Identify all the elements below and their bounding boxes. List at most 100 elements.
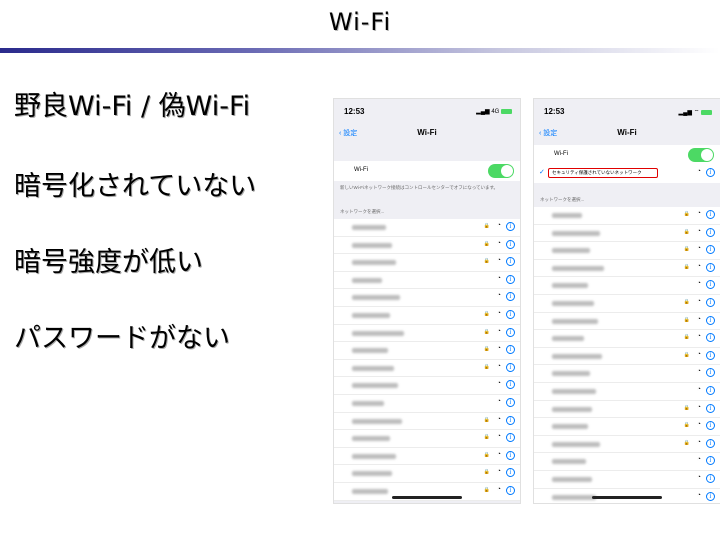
info-icon[interactable]: i <box>706 280 715 290</box>
info-icon[interactable]: i <box>506 309 515 319</box>
nav-bar: ‹ 設定 Wi-Fi <box>534 127 720 141</box>
info-icon[interactable]: i <box>506 485 515 495</box>
wifi-signal-icon: ◔ <box>696 368 701 376</box>
info-icon[interactable]: i <box>706 385 715 395</box>
network-row[interactable]: 🔒 ◔ i <box>334 237 520 255</box>
network-row[interactable]: 🔒 ◔ i <box>334 413 520 431</box>
wifi-signal-icon: ◔ <box>496 327 501 335</box>
info-icon[interactable]: i <box>506 345 515 355</box>
connected-network-row[interactable]: ✓ セキュリティ保護されていないネットワーク ◔ i <box>534 165 720 183</box>
network-row[interactable]: ◔ i <box>534 365 720 383</box>
network-row[interactable]: 🔒 ◔ i <box>334 307 520 325</box>
info-icon[interactable]: i <box>706 368 715 378</box>
network-row[interactable]: ◔ i <box>534 383 720 401</box>
network-row[interactable]: 🔒 ◔ i <box>534 418 720 436</box>
info-icon[interactable]: i <box>506 292 515 302</box>
info-icon[interactable]: i <box>506 415 515 425</box>
network-row[interactable]: ◔ i <box>534 471 720 489</box>
info-icon[interactable]: i <box>706 350 715 360</box>
network-row[interactable]: 🔒 ◔ i <box>334 342 520 360</box>
network-row[interactable]: ◔ i <box>534 453 720 471</box>
network-name-blurred <box>552 300 594 306</box>
info-icon[interactable]: i <box>506 397 515 407</box>
network-row[interactable]: 🔒 ◔ i <box>334 219 520 237</box>
wifi-toggle[interactable] <box>688 148 714 162</box>
network-row[interactable]: 🔒 ◔ i <box>334 325 520 343</box>
network-name-blurred <box>352 471 392 477</box>
info-icon[interactable]: i <box>706 245 715 255</box>
lock-icon: 🔒 <box>483 416 490 423</box>
info-icon[interactable]: i <box>506 327 515 337</box>
info-icon[interactable]: i <box>706 168 715 177</box>
network-name-blurred <box>352 348 388 354</box>
network-row[interactable]: 🔒 ◔ i <box>334 360 520 378</box>
info-icon[interactable]: i <box>506 274 515 284</box>
network-row[interactable]: 🔒 ◔ i <box>334 465 520 483</box>
network-name-blurred <box>352 383 398 389</box>
network-section-label: ネットワークを選択... <box>340 209 385 214</box>
nav-title: Wi-Fi <box>617 128 637 137</box>
network-row[interactable]: 🔒 ◔ i <box>534 436 720 454</box>
network-row[interactable]: 🔒 ◔ i <box>534 260 720 278</box>
wifi-toggle-row: Wi-Fi <box>334 161 520 181</box>
wifi-signal-icon: ◔ <box>696 245 701 253</box>
info-icon[interactable]: i <box>706 262 715 272</box>
info-icon[interactable]: i <box>506 222 515 231</box>
wifi-signal-icon: ◔ <box>696 403 701 411</box>
network-row[interactable]: 🔒 ◔ i <box>334 254 520 272</box>
network-name-blurred <box>552 459 586 465</box>
lock-icon: 🔒 <box>683 246 690 253</box>
network-row[interactable]: 🔒 ◔ i <box>534 401 720 419</box>
network-row[interactable]: ◔ i <box>334 272 520 290</box>
network-name-blurred <box>552 441 600 447</box>
lock-icon: 🔒 <box>483 434 490 441</box>
info-icon[interactable]: i <box>506 257 515 267</box>
network-name-blurred <box>552 318 598 324</box>
network-name-blurred <box>552 230 600 236</box>
wifi-signal-icon: ◔ <box>496 239 501 247</box>
network-row[interactable]: 🔒 ◔ i <box>334 430 520 448</box>
network-row[interactable]: 🔒 ◔ i <box>534 207 720 225</box>
info-icon[interactable]: i <box>706 473 715 483</box>
info-icon[interactable]: i <box>706 438 715 448</box>
info-icon[interactable]: i <box>706 333 715 343</box>
network-name-blurred <box>352 295 400 301</box>
unsecured-network-highlight: セキュリティ保護されていないネットワーク <box>548 168 658 178</box>
info-icon[interactable]: i <box>506 468 515 478</box>
info-icon[interactable]: i <box>506 433 515 443</box>
network-name-blurred <box>352 453 396 459</box>
info-icon[interactable]: i <box>506 380 515 390</box>
info-icon[interactable]: i <box>506 362 515 372</box>
wifi-signal-icon: ◔ <box>696 491 701 499</box>
info-icon[interactable]: i <box>706 227 715 237</box>
wifi-toggle[interactable] <box>488 164 514 178</box>
info-icon[interactable]: i <box>706 421 715 431</box>
network-row[interactable]: ◔ i <box>534 277 720 295</box>
info-icon[interactable]: i <box>706 403 715 413</box>
info-icon[interactable]: i <box>706 297 715 307</box>
network-row[interactable]: ◔ i <box>334 289 520 307</box>
network-row[interactable]: 🔒 ◔ i <box>534 330 720 348</box>
network-name-blurred <box>552 353 602 359</box>
info-icon[interactable]: i <box>506 239 515 249</box>
wifi-signal-icon: ◔ <box>496 397 501 405</box>
network-row[interactable]: 🔒 ◔ i <box>534 295 720 313</box>
network-row[interactable]: 🔒 ◔ i <box>334 448 520 466</box>
network-row[interactable]: 🔒 ◔ i <box>534 348 720 366</box>
wifi-signal-icon: ◔ <box>696 315 701 323</box>
info-icon[interactable]: i <box>706 491 715 501</box>
network-row[interactable]: 🔒 ◔ i <box>534 242 720 260</box>
wifi-signal-icon: ◔ <box>696 385 701 393</box>
network-row[interactable]: ◔ i <box>334 377 520 395</box>
lock-icon: 🔒 <box>483 486 490 493</box>
network-name-blurred <box>552 476 592 482</box>
network-row[interactable]: ◔ i <box>334 395 520 413</box>
info-icon[interactable]: i <box>506 450 515 460</box>
network-row[interactable]: 🔒 ◔ i <box>534 313 720 331</box>
info-icon[interactable]: i <box>706 315 715 325</box>
wifi-signal-icon: ◔ <box>496 345 501 353</box>
network-row[interactable]: 🔒 ◔ i <box>534 225 720 243</box>
lock-icon: 🔒 <box>483 258 490 265</box>
info-icon[interactable]: i <box>706 456 715 466</box>
info-icon[interactable]: i <box>706 210 715 219</box>
